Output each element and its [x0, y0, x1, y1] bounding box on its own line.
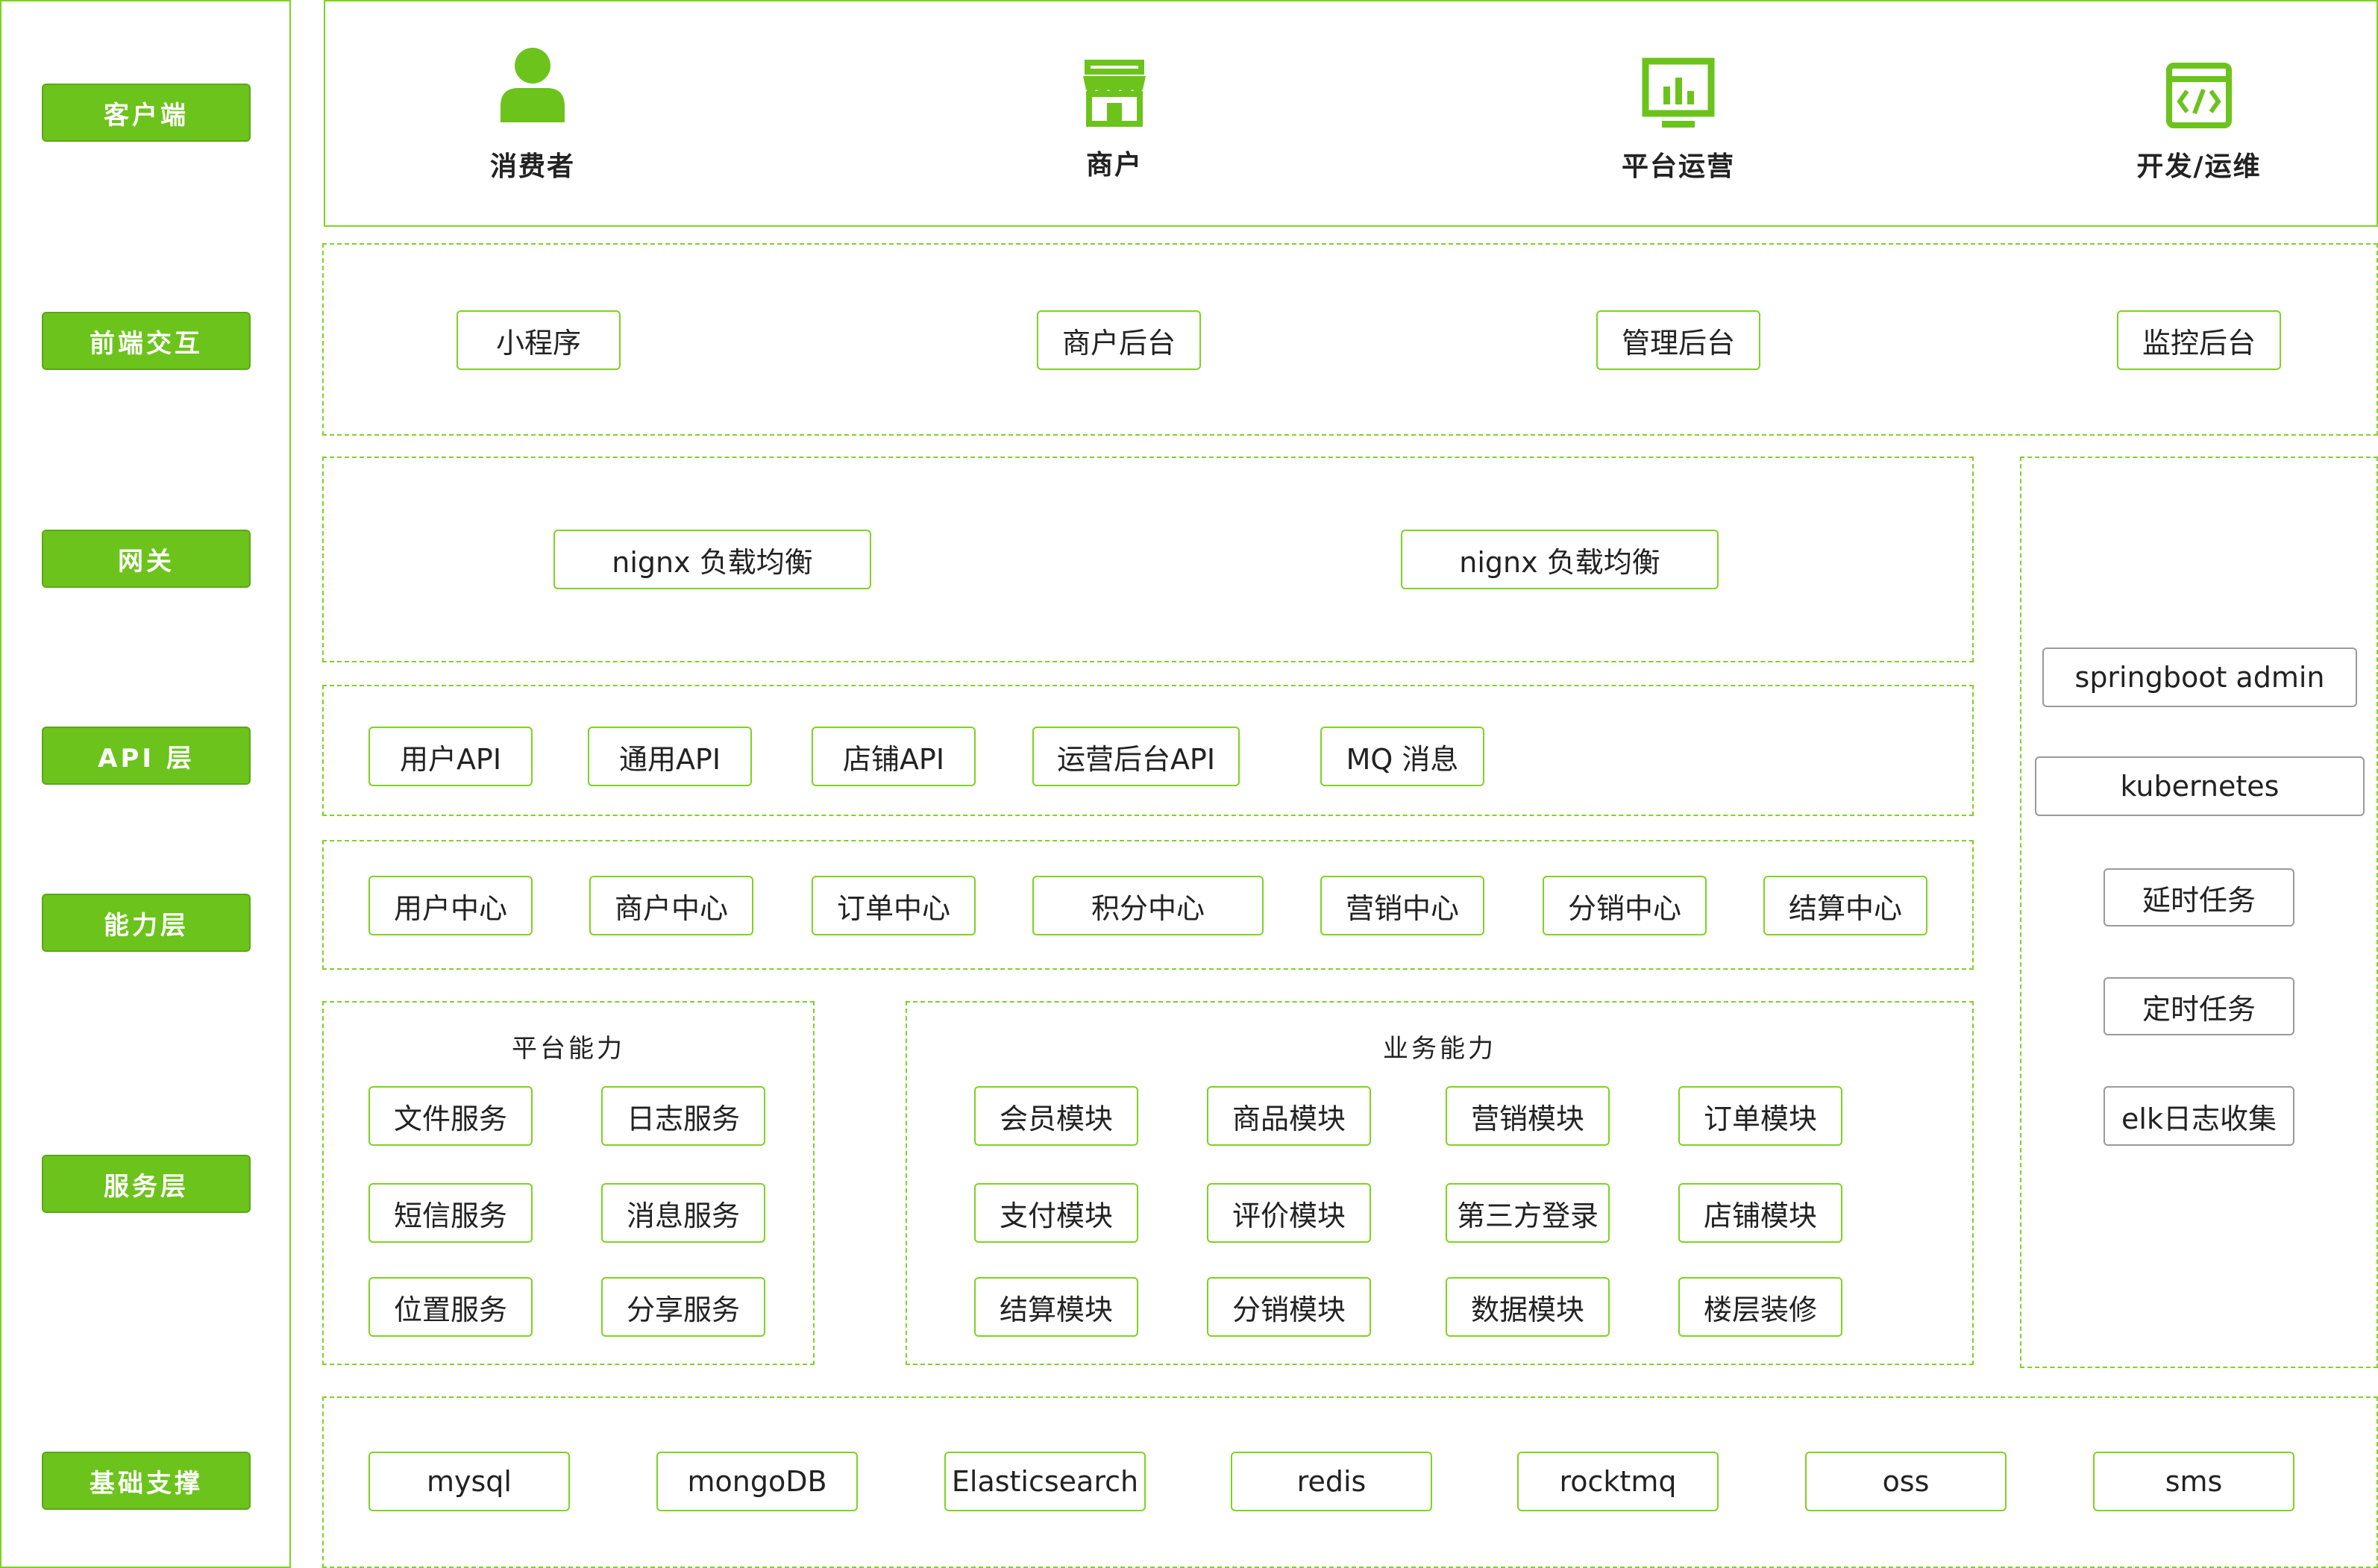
platform-location-service: 位置服务: [368, 1277, 533, 1337]
layer-label-infra: 基础支撑: [42, 1452, 251, 1510]
store-icon: [1083, 60, 1146, 127]
ops-scheduled-task: 定时任务: [2104, 977, 2294, 1035]
frontend-frame: [322, 243, 2378, 436]
business-payment: 支付模块: [974, 1183, 1138, 1243]
platform-title: 平台能力: [512, 1034, 625, 1064]
business-third-party-login: 第三方登录: [1446, 1183, 1610, 1243]
frontend-monitor-admin: 监控后台: [2117, 310, 2281, 370]
client-merchant: 商户: [1003, 58, 1226, 182]
platform-file-service: 文件服务: [368, 1086, 533, 1146]
client-label: 平台运营: [1621, 151, 1735, 182]
business-shop: 店铺模块: [1678, 1183, 1842, 1243]
infra-redis: redis: [1231, 1452, 1432, 1511]
infra-sms: sms: [2093, 1452, 2294, 1511]
business-floor-decoration: 楼层装修: [1678, 1277, 1842, 1337]
business-data: 数据模块: [1446, 1277, 1610, 1337]
capability-distribution-center: 分销中心: [1543, 876, 1707, 935]
client-operations: 平台运营: [1566, 57, 1790, 184]
gateway-nginx-2: nignx 负载均衡: [1401, 530, 1719, 589]
capability-marketing-center: 营销中心: [1320, 876, 1484, 935]
capability-user-center: 用户中心: [368, 876, 533, 935]
client-devops: 开发/运维: [2087, 61, 2311, 184]
api-ops-admin: 运营后台API: [1032, 727, 1240, 786]
client-consumer: 消费者: [421, 45, 644, 184]
business-distribution: 分销模块: [1207, 1277, 1371, 1337]
client-label: 消费者: [489, 151, 575, 182]
code-window-icon: [2166, 63, 2232, 128]
business-member: 会员模块: [974, 1086, 1138, 1146]
layer-label-capability: 能力层: [42, 894, 251, 952]
platform-share-service: 分享服务: [601, 1277, 765, 1337]
business-settlement: 结算模块: [974, 1277, 1138, 1337]
business-order: 订单模块: [1678, 1086, 1842, 1146]
platform-sms-service: 短信服务: [368, 1183, 533, 1243]
infra-mongodb: mongoDB: [656, 1452, 858, 1511]
api-mq: MQ 消息: [1320, 727, 1484, 786]
layer-label-service: 服务层: [42, 1155, 251, 1213]
platform-message-service: 消息服务: [601, 1183, 765, 1243]
chart-monitor-icon: [1642, 57, 1715, 128]
business-product: 商品模块: [1207, 1086, 1371, 1146]
frontend-management-admin: 管理后台: [1596, 310, 1760, 370]
layer-label-client: 客户端: [42, 84, 251, 142]
client-label: 商户: [1085, 150, 1143, 181]
frontend-merchant-admin: 商户后台: [1037, 310, 1201, 370]
platform-log-service: 日志服务: [601, 1086, 765, 1146]
capability-order-center: 订单中心: [812, 876, 976, 935]
layer-label-gateway: 网关: [42, 530, 251, 588]
ops-delayed-task: 延时任务: [2104, 868, 2294, 926]
infra-mysql: mysql: [368, 1452, 570, 1511]
business-marketing: 营销模块: [1446, 1086, 1610, 1146]
layer-label-frontend: 前端交互: [42, 312, 251, 370]
capability-points-center: 积分中心: [1032, 876, 1264, 935]
business-review: 评价模块: [1207, 1183, 1371, 1243]
gateway-nginx-1: nignx 负载均衡: [553, 530, 871, 589]
api-user: 用户API: [368, 727, 533, 786]
frontend-miniapp: 小程序: [457, 310, 621, 370]
ops-elk-log: elk日志收集: [2104, 1086, 2294, 1146]
capability-merchant-center: 商户中心: [589, 876, 753, 935]
api-common: 通用API: [588, 727, 752, 786]
ops-kubernetes: kubernetes: [2035, 756, 2365, 816]
capability-settlement-center: 结算中心: [1763, 876, 1927, 935]
infra-rocketmq: rocktmq: [1517, 1452, 1719, 1511]
ops-springboot-admin: springboot admin: [2042, 647, 2357, 707]
infra-elasticsearch: Elasticsearch: [944, 1452, 1146, 1511]
layer-label-api: API 层: [42, 727, 251, 785]
business-title: 业务能力: [1383, 1034, 1496, 1064]
infra-oss: oss: [1805, 1452, 2007, 1511]
client-label: 开发/运维: [2136, 151, 2262, 182]
api-shop: 店铺API: [812, 727, 976, 786]
user-icon: [501, 48, 565, 122]
